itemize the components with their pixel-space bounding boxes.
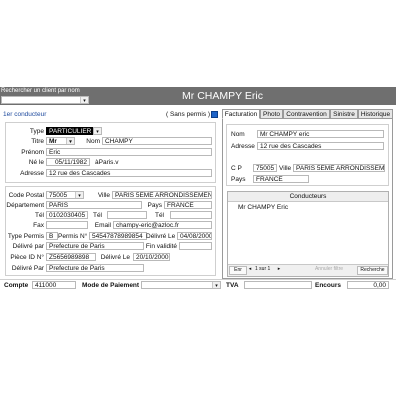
drivers-next-button[interactable]: ▸ — [276, 266, 282, 273]
no-license-label: ( Sans permis ) — [166, 111, 211, 118]
delivre-par-field[interactable]: Prefecture de Paris — [46, 242, 144, 250]
billing-ville-field[interactable]: PARIS 5EME ARRONDISSEME — [293, 164, 385, 172]
type-dropdown-button[interactable]: ▾ — [93, 127, 102, 135]
piece-delivre-le-field[interactable]: 20/10/2000 — [133, 253, 170, 261]
email-field[interactable]: champy-eric@azloc.fr — [113, 221, 212, 229]
chevron-down-icon[interactable]: ▾ — [66, 138, 74, 144]
cp-combo[interactable]: 75005 ▾ — [46, 191, 84, 199]
titre-label: Titre — [31, 138, 44, 145]
type-combo[interactable]: PARTICULIER — [46, 127, 93, 135]
nom-label: Nom — [86, 138, 100, 145]
pays-label: Pays — [147, 202, 162, 209]
pays-field[interactable]: FRANCE — [164, 201, 212, 209]
billing-nom-label: Nom — [231, 131, 245, 138]
drivers-search-button[interactable]: Recherche — [357, 266, 388, 275]
type-label: Type — [29, 128, 44, 135]
no-license-checkbox[interactable] — [211, 111, 218, 118]
chevron-down-icon: ▾ — [94, 128, 101, 134]
permis-no-field[interactable]: 54547878989854 — [89, 232, 147, 240]
search-client-combo[interactable]: ▾ — [1, 96, 89, 104]
titre-value: Mr — [49, 138, 57, 145]
fin-validite-field[interactable] — [179, 242, 212, 250]
tel-label: Tél — [34, 212, 44, 219]
billing-adresse-field[interactable]: 12 rue des Cascades — [257, 142, 384, 150]
drivers-first-button[interactable]: Enr — [229, 266, 247, 275]
prenom-label: Prénom — [21, 149, 44, 156]
ville-label: Ville — [97, 192, 110, 199]
email-label: Email — [94, 222, 111, 229]
type-value: PARTICULIER — [49, 128, 92, 135]
fax-field[interactable] — [46, 221, 88, 229]
adresse-label: Adresse — [20, 170, 44, 177]
birth-place-field[interactable]: àParis.v — [92, 158, 212, 166]
billing-nom-field[interactable]: Mr CHAMPY eric — [257, 130, 384, 138]
birth-date-label: Né le — [28, 159, 44, 166]
chevron-down-icon[interactable]: ▾ — [80, 97, 88, 103]
first-driver-label: 1er conducteur — [3, 111, 47, 118]
compte-label: Compte — [4, 282, 29, 289]
search-label: Rechercher un client par nom — [1, 88, 80, 94]
tel2-label: Tél — [92, 212, 102, 219]
tva-label: TVA — [226, 282, 239, 289]
tva-field[interactable] — [244, 281, 312, 289]
billing-ville-label: Ville — [279, 165, 292, 172]
tab-sinistre[interactable]: Sinistre — [330, 109, 358, 119]
list-item[interactable]: Mr CHAMPY Eric — [238, 203, 288, 212]
billing-cp-field[interactable]: 75005 — [253, 164, 277, 172]
adresse-field[interactable]: 12 rue des Cascades — [46, 169, 212, 177]
encours-field[interactable]: 0,00 — [347, 281, 389, 289]
permis-no-label: Permis N° — [58, 233, 88, 240]
permis-delivre-le-label: Délivré Le — [146, 233, 176, 240]
footer-separator — [0, 279, 396, 280]
chevron-down-icon[interactable]: ▾ — [75, 192, 83, 198]
birth-date-field[interactable]: 05/11/1982 — [46, 158, 90, 166]
departement-field[interactable]: PARIS — [46, 201, 142, 209]
drivers-pager: 1 sur 1 — [255, 266, 271, 272]
page-title: Mr CHAMPY Eric — [182, 90, 263, 102]
piece-id-field[interactable]: Z5656989898 — [46, 253, 96, 261]
nom-field[interactable]: CHAMPY — [102, 137, 212, 145]
chevron-down-icon[interactable]: ▾ — [212, 282, 220, 288]
drivers-prev-button[interactable]: ◂ — [247, 266, 253, 273]
fin-validite-label: Fin validité — [145, 243, 177, 250]
prenom-field[interactable]: Eric — [46, 148, 212, 156]
billing-pays-label: Pays — [231, 176, 246, 183]
departement-label: Département — [6, 202, 44, 209]
billing-cp-label: C P — [231, 165, 242, 172]
titre-combo[interactable]: Mr ▾ — [46, 137, 75, 145]
encours-label: Encours — [315, 282, 342, 289]
cp-label: Code Postal — [8, 192, 44, 199]
piece-id-label: Pièce ID N° — [10, 254, 44, 261]
paiement-label: Mode de Paiement — [82, 282, 140, 289]
paiement-combo[interactable]: ▾ — [141, 281, 221, 289]
type-permis-label: Type Permis — [7, 233, 44, 240]
compte-field[interactable]: 411000 — [32, 281, 76, 289]
tel-field[interactable]: 0102030405 — [46, 211, 88, 219]
tab-facturation[interactable]: Facturation — [222, 109, 260, 119]
piece-delivre-le-label: Délivré Le — [100, 254, 130, 261]
cp-value: 75005 — [49, 192, 68, 199]
fax-label: Fax — [33, 222, 44, 229]
drivers-clear-filter-button[interactable]: Annuler filtre — [308, 266, 350, 273]
piece-delivre-par-field[interactable]: Prefecture de Paris — [46, 264, 144, 272]
tab-historique[interactable]: Historique — [358, 109, 393, 119]
delivre-par-label: Délivré par — [12, 243, 44, 250]
ville-field[interactable]: PARIS 5EME ARRONDISSEMENT — [112, 191, 212, 199]
billing-pays-field[interactable]: FRANCE — [253, 175, 309, 183]
permis-delivre-le-field[interactable]: 04/08/2000 — [177, 232, 212, 240]
tel2-field[interactable] — [107, 211, 147, 219]
type-permis-field[interactable]: B — [46, 232, 58, 240]
drivers-list-header: Conducteurs — [228, 192, 388, 202]
tel3-label: Tél — [154, 212, 164, 219]
billing-adresse-label: Adresse — [231, 143, 255, 150]
piece-delivre-par-label: Délivré Par — [11, 265, 44, 272]
tab-contravention[interactable]: Contravention — [283, 109, 330, 119]
tel3-field[interactable] — [170, 211, 212, 219]
tab-photo[interactable]: Photo — [260, 109, 283, 119]
